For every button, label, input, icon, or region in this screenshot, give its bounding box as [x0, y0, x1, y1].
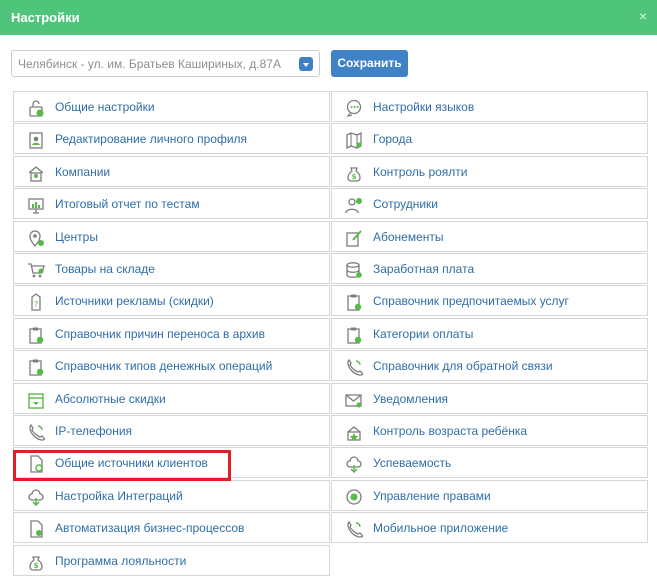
right-settings-item[interactable]: Мобильное приложение: [331, 512, 648, 543]
target-icon: [345, 488, 363, 506]
left-settings-item[interactable]: ? Источники рекламы (скидки): [13, 285, 330, 316]
cloud-icon: [345, 455, 363, 474]
right-settings-item[interactable]: $ Контроль роялти: [331, 156, 648, 187]
left-settings-item[interactable]: Итоговый отчет по тестам: [13, 188, 330, 219]
map-pin-icon: [27, 229, 45, 248]
settings-item-label: Управление правами: [373, 489, 491, 503]
save-button[interactable]: Сохранить: [331, 50, 408, 77]
clipboard-icon: [27, 358, 45, 376]
svg-text:$: $: [352, 173, 357, 181]
cloud-icon: [27, 488, 45, 507]
clipboard-icon: [345, 293, 363, 311]
right-settings-item[interactable]: Контроль возраста ребёнка: [331, 415, 648, 446]
right-settings-item[interactable]: Города: [331, 123, 648, 154]
left-settings-item[interactable]: Автоматизация бизнес-процессов: [13, 512, 330, 543]
left-settings-item[interactable]: Справочник типов денежных операций: [13, 350, 330, 381]
left-settings-item[interactable]: $ Программа лояльности: [13, 545, 330, 576]
settings-item-label: Общие настройки: [55, 100, 155, 114]
settings-item-label: Уведомления: [373, 392, 449, 406]
right-settings-item[interactable]: Справочник предпочитаемых услуг: [331, 285, 648, 316]
cart-icon: [27, 261, 45, 279]
settings-item-label: IP-телефония: [55, 424, 133, 438]
settings-item-label: Автоматизация бизнес-процессов: [55, 521, 245, 535]
document-gear-icon: [27, 520, 45, 538]
money-bag-icon: $: [27, 553, 45, 571]
settings-item-label: Настройки языков: [373, 100, 475, 114]
chevron-down-icon[interactable]: [299, 57, 313, 71]
chat-icon: [345, 99, 363, 117]
money-bag-icon: $: [345, 164, 363, 182]
settings-item-label: Компании: [55, 165, 111, 179]
phone-icon: [27, 423, 46, 441]
settings-item-label: Товары на складе: [55, 262, 155, 276]
phone-icon: [345, 520, 364, 538]
settings-item-label: Заработная плата: [373, 262, 475, 276]
phone-icon: [345, 358, 364, 376]
left-settings-item[interactable]: Центры: [13, 221, 330, 252]
left-settings-item[interactable]: Товары на складе: [13, 253, 330, 284]
clipboard-icon: [27, 326, 45, 344]
svg-text:$: $: [34, 562, 39, 570]
right-settings-item[interactable]: Категории оплаты: [331, 318, 648, 349]
document-refresh-icon: [27, 455, 45, 473]
lock-icon: [27, 99, 45, 117]
right-settings-item[interactable]: Уведомления: [331, 383, 648, 414]
calendar-icon: [27, 391, 45, 409]
right-settings-item[interactable]: Управление правами: [331, 480, 648, 511]
left-settings-item[interactable]: Настройка Интеграций: [13, 480, 330, 511]
left-settings-item[interactable]: IP-телефония: [13, 415, 330, 446]
branch-select[interactable]: Челябинск - ул. им. Братьев Кашириных, д…: [11, 50, 320, 77]
settings-item-label: Справочник типов денежных операций: [55, 359, 273, 373]
settings-item-label: Справочник для обратной связи: [373, 359, 553, 373]
settings-item-label: Справочник причин переноса в архив: [55, 327, 265, 341]
right-settings-item[interactable]: Сотрудники: [331, 188, 648, 219]
house-icon: [27, 164, 45, 182]
settings-item-label: Источники рекламы (скидки): [55, 294, 214, 308]
settings-item-label: Общие источники клиентов: [55, 456, 208, 470]
right-settings-item[interactable]: Настройки языков: [331, 91, 648, 122]
settings-item-label: Успеваемость: [373, 456, 452, 470]
map-icon: [345, 131, 363, 150]
settings-item-label: Центры: [55, 230, 98, 244]
branch-select-value: Челябинск - ул. им. Братьев Кашириных, д…: [18, 57, 281, 71]
settings-item-label: Абонементы: [373, 230, 444, 244]
close-icon[interactable]: ×: [639, 8, 647, 24]
left-settings-item[interactable]: Редактирование личного профиля: [13, 123, 330, 154]
right-settings-item[interactable]: Успеваемость: [331, 447, 648, 478]
users-icon: [345, 196, 363, 214]
settings-item-label: Контроль роялти: [373, 165, 468, 179]
settings-item-label: Программа лояльности: [55, 554, 187, 568]
left-settings-item[interactable]: Общие источники клиентов: [13, 447, 330, 478]
right-settings-item[interactable]: Абонементы: [331, 221, 648, 252]
right-settings-item[interactable]: Справочник для обратной связи: [331, 350, 648, 381]
settings-item-label: Сотрудники: [373, 197, 438, 211]
left-settings-item[interactable]: Абсолютные скидки: [13, 383, 330, 414]
modal-title: Настройки: [11, 10, 80, 25]
settings-item-label: Мобильное приложение: [373, 521, 509, 535]
settings-item-label: Настройка Интеграций: [55, 489, 183, 503]
chart-icon: [27, 196, 45, 214]
settings-item-label: Категории оплаты: [373, 327, 474, 341]
modal-header: Настройки ×: [0, 0, 657, 35]
settings-item-label: Редактирование личного профиля: [55, 132, 248, 146]
settings-item-label: Справочник предпочитаемых услуг: [373, 294, 569, 308]
clipboard-icon: [345, 326, 363, 344]
database-icon: [345, 261, 363, 279]
left-settings-item[interactable]: Компании: [13, 156, 330, 187]
settings-item-label: Итоговый отчет по тестам: [55, 197, 200, 211]
right-settings-item[interactable]: Заработная плата: [331, 253, 648, 284]
settings-item-label: Абсолютные скидки: [55, 392, 166, 406]
tag-icon: ?: [27, 293, 45, 311]
svg-text:?: ?: [34, 300, 38, 309]
left-settings-item[interactable]: Общие настройки: [13, 91, 330, 122]
left-settings-item[interactable]: Справочник причин переноса в архив: [13, 318, 330, 349]
cake-icon: [345, 423, 363, 441]
profile-icon: [27, 131, 45, 149]
settings-item-label: Контроль возраста ребёнка: [373, 424, 528, 438]
envelope-icon: [345, 391, 363, 409]
settings-item-label: Города: [373, 132, 413, 146]
edit-icon: [345, 229, 363, 247]
